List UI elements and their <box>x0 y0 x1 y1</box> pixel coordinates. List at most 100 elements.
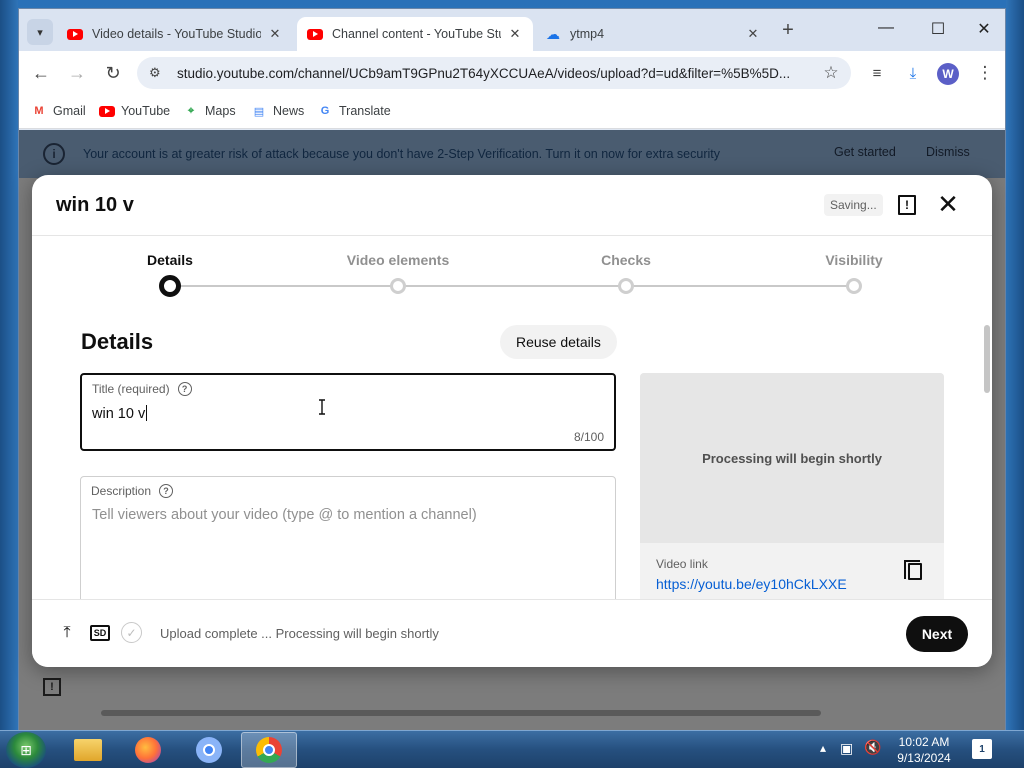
tab-strip: ▾ Video details - YouTube Studio ✕ Chann… <box>19 9 1005 51</box>
maps-icon: ⌖ <box>187 104 195 117</box>
close-icon[interactable]: ✕ <box>267 26 283 42</box>
tab-ytmp4[interactable]: ☁ ytmp4 ✕ <box>535 17 771 51</box>
bookmark-star-icon[interactable]: ☆ <box>817 63 845 83</box>
copy-icon[interactable] <box>904 560 922 580</box>
url-text[interactable]: studio.youtube.com/channel/UCb9amT9GPnu2… <box>177 66 817 81</box>
taskbar-chrome[interactable] <box>241 732 297 768</box>
step-dot-details[interactable] <box>159 275 181 297</box>
ibeam-cursor-icon <box>319 399 325 415</box>
stepper-line <box>170 285 854 287</box>
close-icon[interactable]: ✕ <box>745 26 761 42</box>
bookmark-translate[interactable]: G Translate <box>317 103 391 119</box>
show-hidden-icons-arrow[interactable]: ▴ <box>820 741 826 755</box>
step-dot-visibility[interactable] <box>846 278 862 294</box>
video-link[interactable]: https://youtu.be/ey10hCkLXXE <box>656 576 847 592</box>
step-visibility[interactable]: Visibility <box>825 252 882 268</box>
title-input[interactable]: win 10 v <box>92 405 148 422</box>
tab-video-details[interactable]: Video details - YouTube Studio ✕ <box>57 17 293 51</box>
minimize-button[interactable]: — <box>871 19 901 37</box>
taskbar-file-explorer[interactable] <box>60 732 116 768</box>
step-dot-checks[interactable] <box>618 278 634 294</box>
translate-icon: G <box>320 105 330 117</box>
back-arrow-icon[interactable]: ← <box>29 61 53 85</box>
maximize-button[interactable]: ☐ <box>923 19 953 39</box>
taskbar-chromium[interactable] <box>181 732 237 768</box>
description-label-text: Description <box>91 484 152 498</box>
system-clock[interactable]: 10:02 AM 9/13/2024 <box>884 734 964 766</box>
windows-taskbar: ⊞ ▴ ▣ 🔇 10:02 AM 9/13/2024 1 <box>0 730 1024 768</box>
tab-channel-content[interactable]: Channel content - YouTube Studio ✕ <box>297 17 533 51</box>
bookmark-youtube[interactable]: YouTube <box>99 103 170 119</box>
bookmark-label: Translate <box>339 104 391 118</box>
reuse-details-button[interactable]: Reuse details <box>500 325 617 359</box>
window-close-button[interactable]: ✕ <box>969 19 999 39</box>
security-warning-bar: i Your account is at greater risk of att… <box>19 130 1005 178</box>
close-icon[interactable]: ✕ <box>936 189 960 219</box>
stepper: Details Video elements Checks Visibility <box>32 245 992 305</box>
profile-avatar[interactable]: W <box>937 63 959 85</box>
get-started-button[interactable]: Get started <box>834 145 896 159</box>
title-value: win 10 v <box>92 406 146 422</box>
horizontal-scrollbar[interactable] <box>101 710 821 716</box>
network-icon[interactable]: ▣ <box>840 740 853 757</box>
more-menu-icon[interactable]: ⋮ <box>973 61 997 85</box>
taskbar-firefox[interactable] <box>120 732 176 768</box>
step-details[interactable]: Details <box>147 252 193 268</box>
new-tab-button[interactable]: + <box>775 19 801 42</box>
step-video-elements[interactable]: Video elements <box>347 252 449 268</box>
warning-text: Your account is at greater risk of attac… <box>83 147 720 161</box>
forward-arrow-icon[interactable]: → <box>65 61 89 85</box>
bookmarks-bar: M Gmail YouTube ⌖ Maps ▤ News G Translat… <box>19 95 1005 129</box>
title-label-text: Title (required) <box>92 382 170 396</box>
chrome-icon <box>256 737 282 763</box>
step-dot-video-elements[interactable] <box>390 278 406 294</box>
download-icon[interactable]: ⤓ <box>901 61 925 85</box>
video-link-label: Video link <box>656 557 708 571</box>
tab-label: ytmp4 <box>570 27 605 41</box>
firefox-icon <box>135 737 161 763</box>
start-button[interactable]: ⊞ <box>6 732 46 768</box>
gmail-icon: M <box>34 105 44 117</box>
cloud-upload-icon: ☁ <box>546 25 560 42</box>
media-controls-icon[interactable]: ≡ <box>865 61 889 85</box>
info-icon: i <box>43 143 65 165</box>
clock-time: 10:02 AM <box>898 735 950 749</box>
title-field-label: Title (required) ? <box>92 382 192 396</box>
video-preview-card: Processing will begin shortly Video link… <box>640 373 944 599</box>
description-field[interactable]: Description ? Tell viewers about your vi… <box>80 476 616 599</box>
bookmark-label: Maps <box>205 104 236 118</box>
site-info-icon[interactable]: ⚙ <box>149 65 171 81</box>
help-icon[interactable]: ? <box>177 382 192 396</box>
bookmark-maps[interactable]: ⌖ Maps <box>183 103 236 119</box>
reload-icon[interactable]: ↻ <box>101 61 125 85</box>
help-icon[interactable]: ? <box>159 484 174 498</box>
bookmark-news[interactable]: ▤ News <box>251 103 304 119</box>
notification-badge[interactable]: 1 <box>972 739 992 759</box>
youtube-icon <box>99 103 115 119</box>
tab-search-menu-button[interactable]: ▾ <box>27 19 53 45</box>
desktop-edge-right <box>1006 0 1024 730</box>
description-field-label: Description ? <box>91 484 174 498</box>
check-circle-icon: ✓ <box>121 622 142 643</box>
bookmark-label: YouTube <box>121 104 171 118</box>
section-title: Details <box>81 329 154 354</box>
next-button[interactable]: Next <box>906 616 968 652</box>
youtube-icon <box>67 26 83 42</box>
vertical-scrollbar[interactable] <box>984 325 990 393</box>
dismiss-button[interactable]: Dismiss <box>926 145 970 159</box>
description-placeholder[interactable]: Tell viewers about your video (type @ to… <box>92 507 477 523</box>
feedback-icon[interactable]: ! <box>898 195 916 215</box>
bookmark-gmail[interactable]: M Gmail <box>31 103 85 119</box>
tab-label: Channel content - YouTube Studio <box>332 27 501 41</box>
browser-toolbar: ← → ↻ ⚙ studio.youtube.com/channel/UCb9a… <box>19 51 1005 95</box>
step-checks[interactable]: Checks <box>601 252 651 268</box>
saving-badge: Saving... <box>824 194 883 216</box>
volume-muted-icon[interactable]: 🔇 <box>864 739 881 756</box>
address-bar[interactable]: ⚙ studio.youtube.com/channel/UCb9amT9GPn… <box>137 57 851 89</box>
upload-icon: ⤒ <box>63 624 71 641</box>
close-icon[interactable]: ✕ <box>507 26 523 42</box>
feedback-icon[interactable]: ! <box>43 678 61 696</box>
title-field[interactable]: Title (required) ? win 10 v 8/100 <box>80 373 616 451</box>
chromium-icon <box>196 737 222 763</box>
text-caret <box>146 405 148 421</box>
